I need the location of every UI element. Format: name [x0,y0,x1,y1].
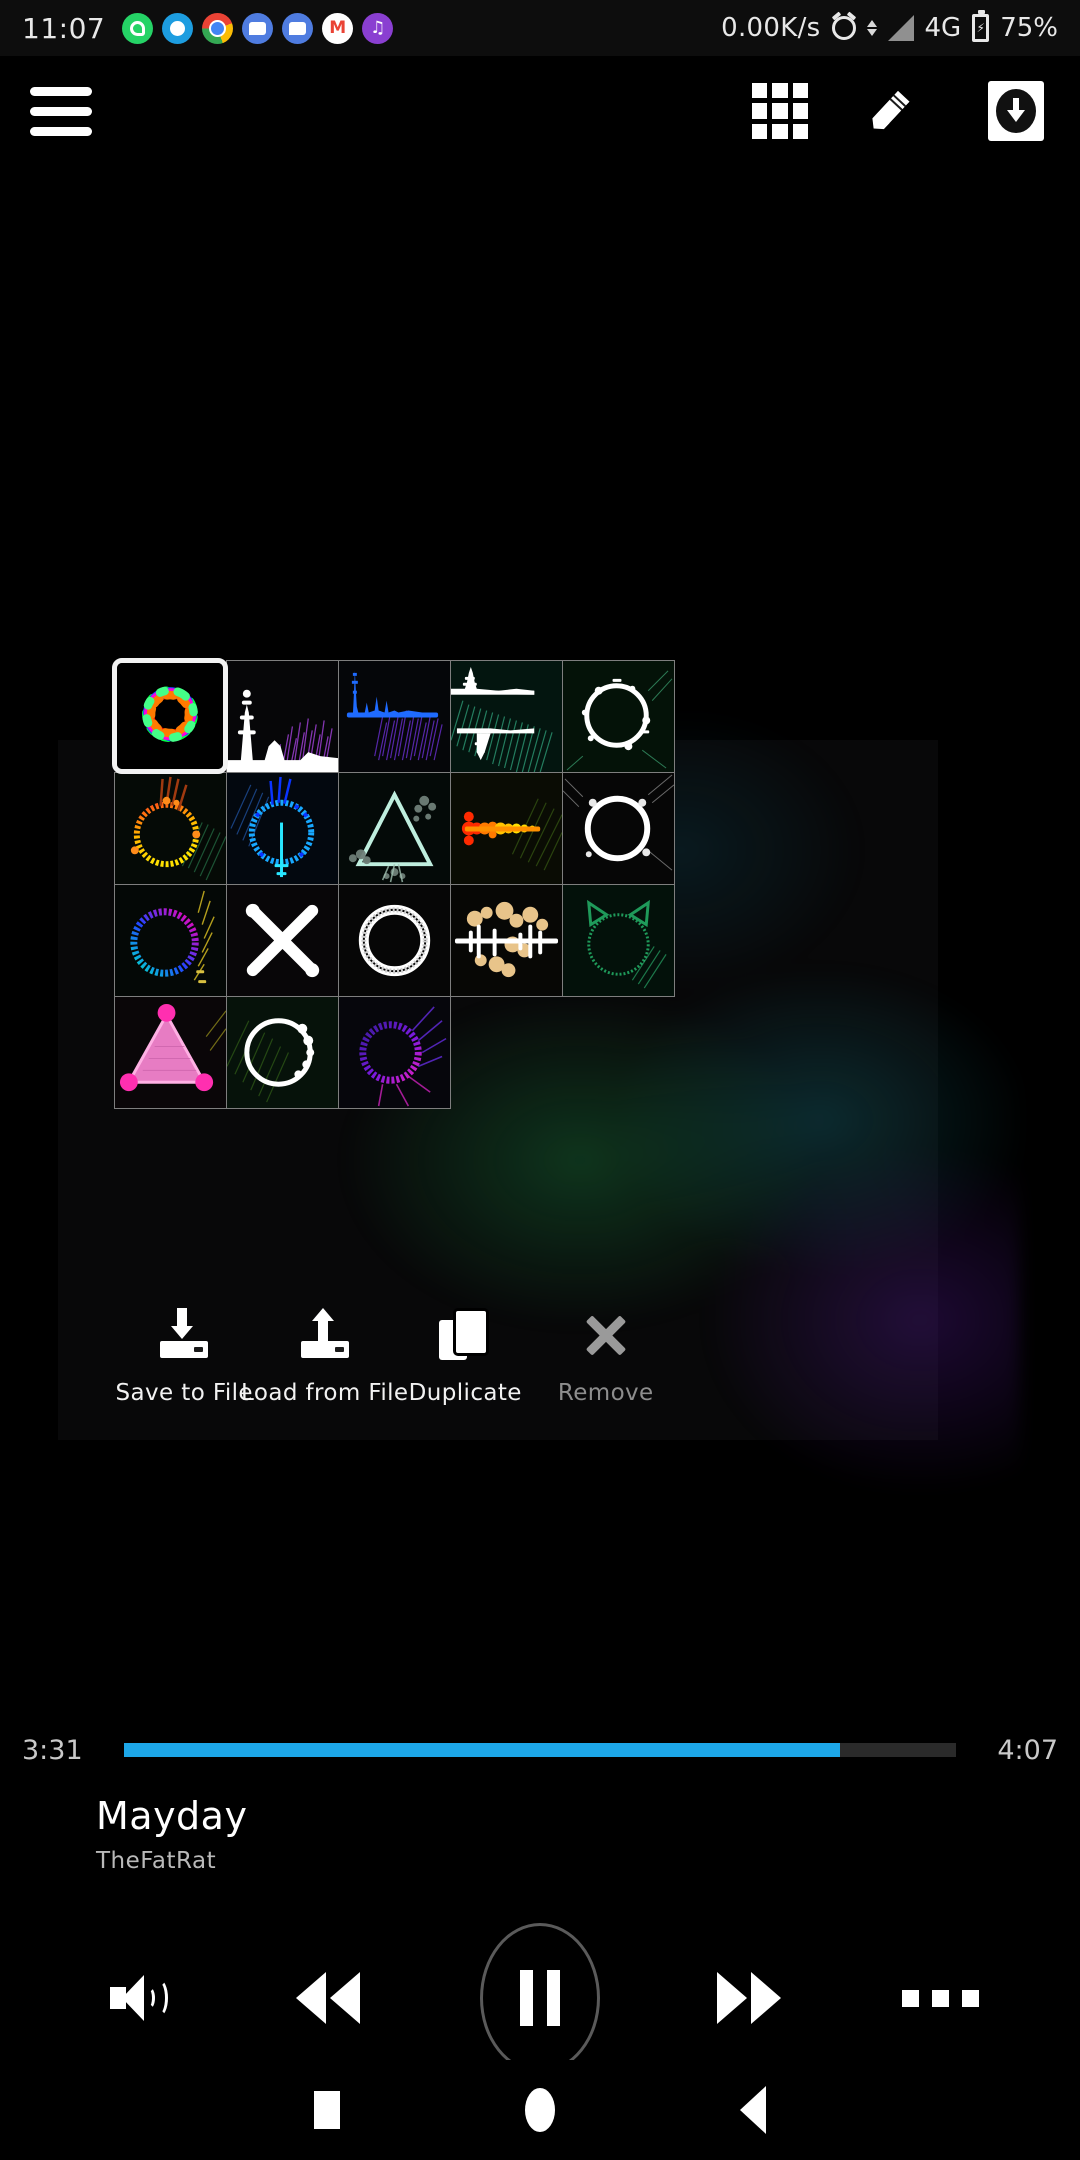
android-nav-bar [0,2060,1080,2160]
preset-tile-twin-white-ridges[interactable] [449,659,563,773]
preset-thumb [226,772,338,884]
preset-thumb [114,772,226,884]
seek-bar[interactable] [124,1743,956,1757]
square-recents-icon[interactable] [314,2091,340,2129]
network-speed-label: 0.00K/s [721,13,821,43]
download-icon[interactable] [988,81,1044,141]
track-artist: TheFatRat [96,1848,217,1874]
preset-thumb [450,884,562,996]
preset-tile-white-thick-ring[interactable] [337,883,451,997]
more-dots-icon [901,1989,979,2007]
status-bar-right: 0.00K/s 4G 75% [721,10,1080,43]
preset-tile-warm-gradient-ring[interactable] [113,771,227,885]
preset-tile-white-ring-spark[interactable] [561,659,675,773]
triangle-back-icon[interactable] [740,2086,766,2134]
elapsed-time-label: 3:31 [22,1734,83,1766]
playback-controls [0,1874,1080,2078]
data-sync-icon [866,20,877,36]
preset-tile-pink-triangle[interactable] [113,995,227,1109]
seek-bar-fill [124,1743,840,1757]
preset-tile-white-dotted-ring[interactable] [225,995,339,1109]
play-pause-button[interactable] [475,1918,605,2078]
preset-thumb [562,772,674,884]
preset-tile-white-glow-ring[interactable] [561,771,675,885]
pause-icon [480,1923,600,2073]
duplicate-button[interactable]: Duplicate [395,1306,535,1406]
preset-tile-tan-scatter-waveform[interactable] [449,883,563,997]
preset-thumb [114,996,226,1108]
status-bar-left: 11:07 [0,11,394,45]
remove-button[interactable]: Remove [536,1306,676,1406]
load-from-file-button[interactable]: Load from File [241,1306,408,1406]
preset-tile-rainbow-flower-burst[interactable] [112,658,228,774]
more-options-button[interactable] [892,1950,988,2046]
signal-icon [887,15,914,41]
track-title: Mayday [96,1794,248,1838]
save-download-icon [156,1306,212,1362]
preset-thumb [226,884,338,996]
volume-icon [108,1971,172,2025]
preset-tile-mint-triangle[interactable] [337,771,451,885]
load-from-file-label: Load from File [241,1380,409,1406]
forward-button[interactable] [701,1950,797,2046]
preset-tile-white-x-cross[interactable] [225,883,339,997]
preset-panel [112,658,676,1109]
status-clock: 11:07 [22,11,106,45]
gmail-icon [322,12,354,44]
volume-button[interactable] [92,1950,188,2046]
player-bar: 3:31 4:07 Mayday TheFatRat [0,1720,1080,2073]
whatsapp-icon [122,12,154,44]
save-to-file-button[interactable]: Save to File [114,1306,254,1406]
preset-thumb [562,884,674,996]
preset-thumb [338,660,450,772]
rewind-icon [295,1972,368,2024]
preset-thumb [450,772,562,884]
rewind-button[interactable] [284,1950,380,2046]
preset-tile-blue-spike-waveform[interactable] [337,659,451,773]
chrome-icon [202,12,234,44]
fast-forward-icon [713,1972,785,2024]
duplicate-icon [437,1306,493,1362]
music-icon [362,12,394,44]
top-toolbar [0,56,1080,166]
preset-thumb [338,884,450,996]
preset-tile-green-cat-ring[interactable] [561,883,675,997]
preset-actions-bar: Save to File Load from File Duplicate Re… [114,1300,676,1420]
preset-thumb [226,996,338,1108]
status-bar: 11:07 0.00K/s 4G 75% [0,0,1080,56]
battery-percent-label: 75% [1000,13,1058,43]
toolbar-actions [752,81,1080,141]
preset-thumb [338,996,450,1108]
preset-thumb [142,686,198,743]
preset-thumb [226,660,338,772]
seek-row: 3:31 4:07 [0,1720,1080,1780]
network-type-label: 4G [924,13,962,43]
preset-thumb [114,884,226,996]
battery-charging-icon [972,10,990,42]
preset-tile-purple-magenta-ring[interactable] [337,995,451,1109]
remove-label: Remove [557,1380,654,1406]
duration-label: 4:07 [997,1734,1058,1766]
app-root: 11:07 0.00K/s 4G 75% [0,0,1080,2160]
messages-icon [242,12,274,44]
load-upload-icon [297,1306,353,1362]
circle-home-icon[interactable] [525,2088,555,2132]
preset-thumb [338,772,450,884]
blue-ring-icon [162,12,194,44]
preset-thumb [450,660,562,772]
close-x-icon [578,1306,634,1362]
preset-tile-red-orange-waveform[interactable] [449,771,563,885]
preset-tile-blue-split-ring[interactable] [225,771,339,885]
pencil-edit-icon[interactable] [870,83,926,139]
save-to-file-label: Save to File [115,1380,253,1406]
messages-icon [282,12,314,44]
hamburger-menu-icon[interactable] [30,83,100,139]
preset-tile-white-terrain-spectrum[interactable] [225,659,339,773]
preset-thumb [562,660,674,772]
preset-grid [112,658,675,1109]
preset-tile-cyan-magenta-ring[interactable] [113,883,227,997]
duplicate-label: Duplicate [408,1380,522,1406]
alarm-icon [831,16,856,40]
grid-view-icon[interactable] [752,83,808,139]
